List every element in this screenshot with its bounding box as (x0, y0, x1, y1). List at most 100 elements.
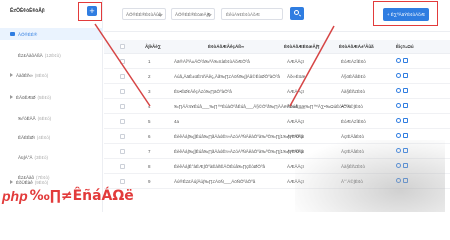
sidebar-item[interactable]: ‰ºòËÄÅ (6È¢ò) (0, 112, 103, 124)
caret-right-icon (10, 73, 13, 77)
row-difficulty: ÁÆÄÂçï (287, 59, 305, 64)
sidebar-item-label: ËÄÉËØï (18, 134, 35, 140)
row-type: ÂçïÈÄâÈ¢ò (341, 134, 365, 139)
table-row[interactable]: 5 4a ÁÆÄÂçï ÈóÆÁ≠îÈ¢ò (104, 114, 450, 129)
row-checkbox[interactable] (120, 164, 125, 169)
edit-icon[interactable] (396, 118, 401, 123)
row-ops (396, 118, 408, 123)
delete-icon[interactable] (403, 103, 408, 108)
difficulty-select-value: ÂÖ®ÈÉ®ÈöæÂ∫¶ (175, 11, 211, 17)
row-ops (396, 73, 408, 78)
sidebar-item-label: Ê≠£ÂàôÁßÄ (18, 52, 43, 58)
row-ops (396, 133, 408, 138)
delete-icon[interactable] (403, 88, 408, 93)
row-name: 4a (174, 119, 180, 124)
row-difficulty: Âõ∞Èöæ (287, 74, 306, 79)
row-name: Êü•ËØ¢ÂêçÂ≠ó‰∏äÔºàÔºâ (174, 89, 232, 94)
header-name: È¢òÁõÆÂêçÁß∞ (208, 44, 245, 49)
edit-icon[interactable] (396, 73, 401, 78)
sidebar-item-label: ÂÖ®ÈÉ® (18, 31, 38, 37)
row-difficulty: ÁÆÄÂçï (287, 119, 305, 124)
row-checkbox[interactable] (120, 179, 125, 184)
header-index: Â∫èÂè∑ (145, 44, 161, 49)
row-ops (396, 103, 408, 108)
table-row[interactable]: 4 ‰∏ÄÂπ¥Êúâ___‰∏™ÊúàÔºåÊúâ___Â§©Ôºå‰∏ÄÂë… (104, 99, 450, 114)
table-header: Â∫èÂè∑ È¢òÁõÆÂêçÁß∞ È¢òÁõÆÈöæÂ∫¶ È¢òÁõÆÁ… (104, 40, 450, 54)
sidebar-item-count: (3È¢ò) (34, 154, 49, 160)
watermark-logo: php (2, 188, 28, 204)
sidebar-item[interactable]: ÂàõÊñ∞ (8È¢ò) (0, 69, 103, 81)
header-ops: Êìç‰Ωú (396, 44, 414, 49)
edit-icon[interactable] (396, 88, 401, 93)
search-button[interactable] (290, 7, 304, 20)
table-row[interactable]: 1 Âä®ÁîªÂ±ÄÔºà‰ªÄ‰πàÈ¢òÁõÆÔºâ ÁÆÄÂçï ÈóÆ… (104, 54, 450, 69)
sidebar-item-count: (12È¢ò) (44, 52, 61, 58)
row-index: 5 (148, 119, 151, 124)
caret-right-icon (10, 95, 13, 99)
delete-icon[interactable] (403, 133, 408, 138)
search-input[interactable] (221, 8, 283, 20)
highlight-box-add-question (373, 1, 438, 26)
chevron-down-icon (207, 12, 212, 17)
edit-icon[interactable] (396, 133, 401, 138)
caret-right-icon (10, 180, 13, 184)
toolbar: ÂÖ®ÈÉ®È¢òÂûã ÂÖ®ÈÉ®ÈöæÂ∫¶ + Ê∑ªÂäÝÈ¢òÁõÆ (104, 0, 450, 32)
sidebar-item-label: ÂàõÊñ∞ (16, 72, 33, 78)
row-type: ÈóÆÁ≠îÈ¢ò (341, 119, 366, 124)
sidebar-item[interactable]: Ê≠£ÂàôÁßÄ (12È¢ò) (0, 49, 103, 61)
row-type: Âà§Êñ≠È¢ò (341, 89, 365, 94)
row-index: 8 (148, 164, 151, 169)
row-name: Áúã„ÄäÊ±üÊπñÂêç„Äã‰∏≠ÁöÑ‰∫∫Áâ©ÊòØÔºàÔºâ (174, 74, 280, 79)
row-checkbox[interactable] (120, 59, 125, 64)
image-smudge (295, 140, 445, 212)
row-checkbox[interactable] (120, 134, 125, 139)
row-checkbox[interactable] (120, 89, 125, 94)
delete-icon[interactable] (403, 58, 408, 63)
row-ops (396, 88, 408, 93)
sidebar-item[interactable]: ËÄÉËØï (4È¢ò) (0, 131, 103, 143)
row-type: Â§öÈÄâÈ¢ò (341, 74, 366, 79)
sidebar: Ê≠ÖÈ¢òÈ¢òÂ∫ì + ÂÖ®ÈÉ® Ê≠£ÂàôÁßÄ (12È¢ò) Â… (0, 0, 103, 212)
row-checkbox[interactable] (120, 74, 125, 79)
header-type: È¢òÁõÆÁ±ªÂûã (339, 44, 374, 49)
delete-icon[interactable] (403, 73, 408, 78)
difficulty-select[interactable]: ÂÖ®ÈÉ®ÈöæÂ∫¶ (171, 8, 215, 20)
edit-icon[interactable] (396, 103, 401, 108)
row-difficulty: Âõ∞Èöæ (287, 104, 306, 109)
row-index: 7 (148, 149, 151, 154)
sidebar-item[interactable]: Âü∫Á°Ä (3È¢ò) (0, 151, 103, 163)
table-row[interactable]: 2 Áúã„ÄäÊ±üÊπñÂêç„Äã‰∏≠ÁöÑ‰∫∫Áâ©ÊòØÔºàÔº… (104, 69, 450, 84)
library-title: Ê≠ÖÈ¢òÈ¢òÂ∫ì (10, 8, 45, 14)
type-select[interactable]: ÂÖ®ÈÉ®È¢òÂûã (122, 8, 166, 20)
row-checkbox[interactable] (120, 119, 125, 124)
row-index: 9 (148, 179, 151, 184)
sidebar-item-count: (6È¢ò) (37, 115, 52, 121)
row-difficulty: ÁÆÄÂçï (287, 134, 305, 139)
row-name: ‰∏ÄÂπ¥Êúâ___‰∏™ÊúàÔºåÊúâ___Â§©Ôºå‰∏ÄÂë®Ê… (174, 104, 351, 109)
sidebar-item-all[interactable]: ÂÖ®ÈÉ® (0, 28, 103, 40)
sidebar-item-count: (4È¢ò) (36, 134, 51, 140)
row-index: 3 (148, 89, 151, 94)
question-bank-app: Ê≠ÖÈ¢òÈ¢òÂ∫ì + ÂÖ®ÈÉ® Ê≠£ÂàôÁßÄ (12È¢ò) Â… (0, 0, 450, 212)
watermark-text: ‰∏≠ÊñáÁΩë (29, 188, 134, 204)
row-index: 4 (148, 104, 151, 109)
sidebar-item-label: ‰ºòËÄÅ (18, 115, 36, 121)
row-type: ÈóÆÁ≠îÈ¢ò (341, 59, 366, 64)
edit-icon[interactable] (396, 58, 401, 63)
delete-icon[interactable] (403, 118, 408, 123)
folder-icon (10, 32, 15, 36)
row-checkbox[interactable] (120, 149, 125, 154)
sidebar-item-label: ÈÄöËÆØ (16, 94, 36, 100)
row-ops (396, 58, 408, 63)
sidebar-item[interactable]: ÈõÜÊàê (9È¢ò) (0, 176, 103, 188)
row-index: 6 (148, 134, 151, 139)
chevron-down-icon (158, 12, 163, 17)
table-row[interactable]: 3 Êü•ËØ¢ÂêçÂ≠ó‰∏äÔºàÔºâ ÁÆÄÂçï Âà§Êñ≠È¢ò (104, 84, 450, 99)
row-name: ÊèêÂá∫‰∫∫Êúâ‰∏ãÂàóÊï∞Â≠óÁªÑÂêàÔºà‰ªÖ‰∏∫1… (174, 134, 304, 139)
row-index: 2 (148, 74, 151, 79)
watermark: php ‰∏≠ÊñáÁΩë (2, 188, 134, 204)
sidebar-item[interactable]: ÈÄöËÆØ (5È¢ò) (0, 91, 103, 103)
row-index: 1 (148, 59, 151, 64)
select-all-checkbox[interactable] (120, 44, 125, 49)
row-checkbox[interactable] (120, 104, 125, 109)
